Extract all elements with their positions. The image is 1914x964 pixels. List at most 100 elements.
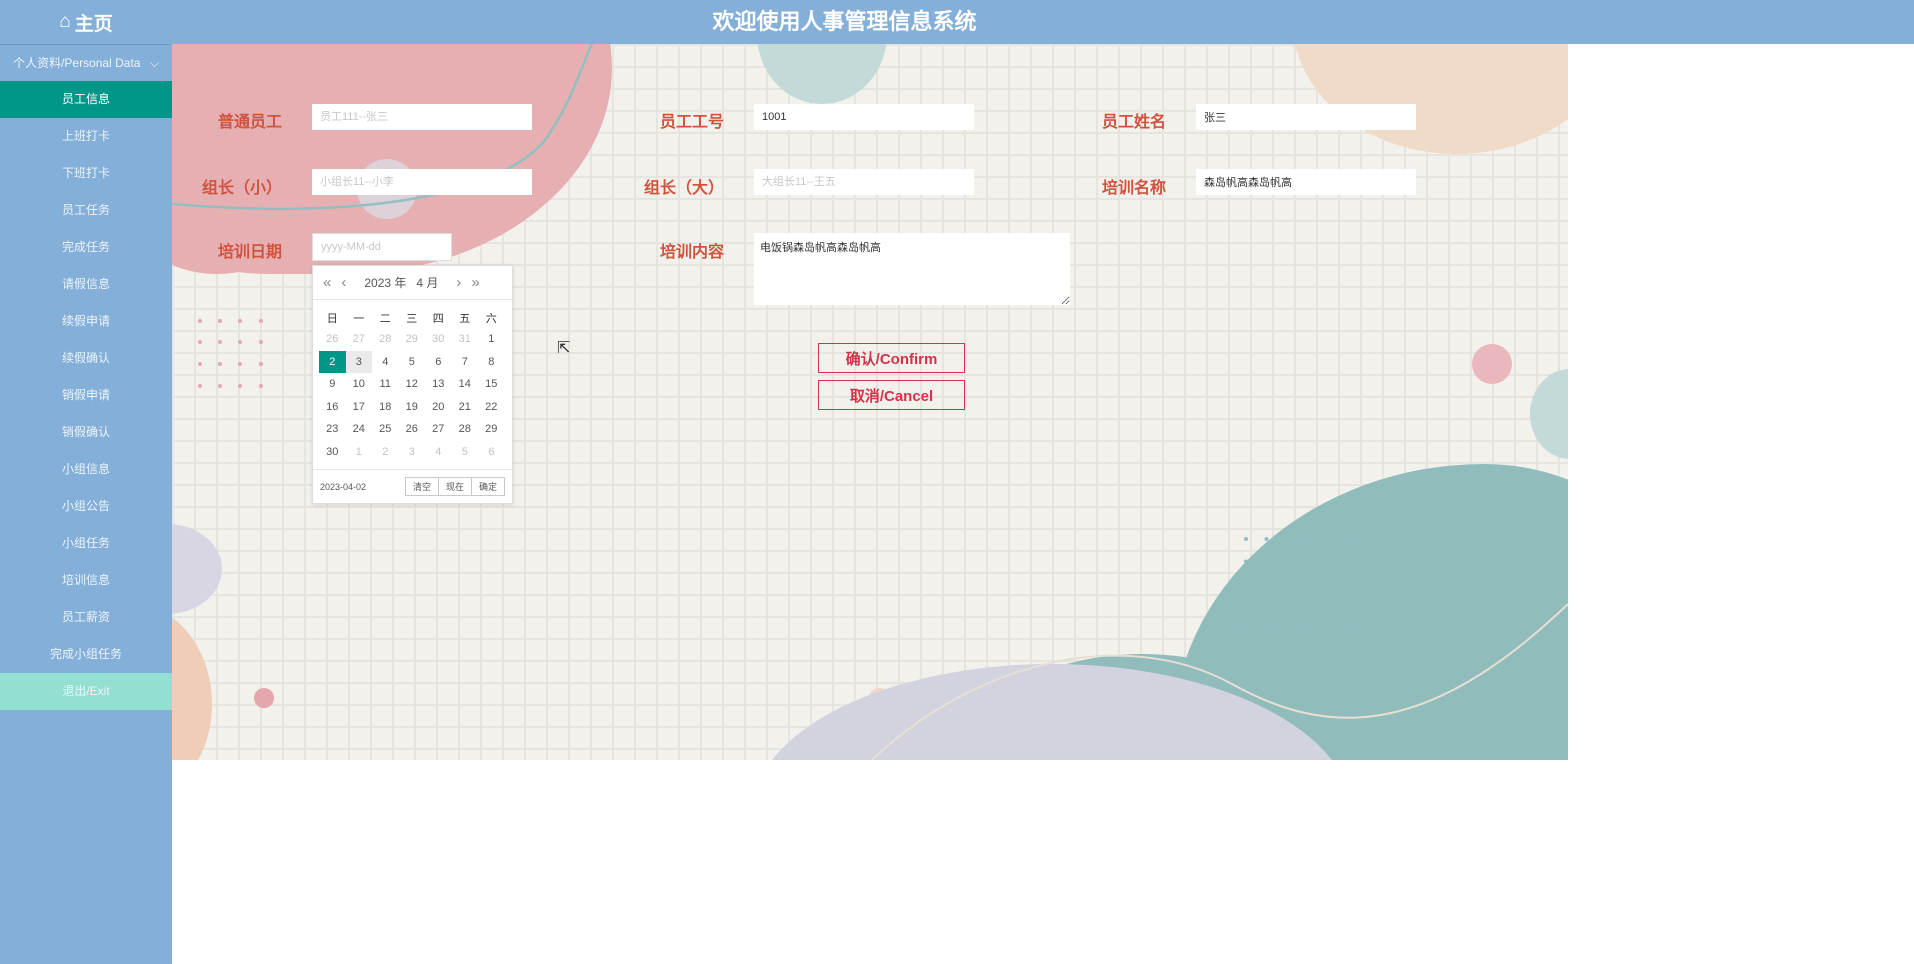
calendar-day[interactable]: 23 (319, 418, 346, 441)
calendar-day[interactable]: 21 (452, 396, 479, 419)
calendar-day[interactable]: 3 (345, 350, 372, 373)
emp-name-label: 员工姓名 (1101, 114, 1166, 131)
sidebar-item[interactable]: 续假申请 (0, 303, 172, 340)
decor-dot (1326, 627, 1330, 631)
group-label: 个人资料/Personal Data (13, 56, 141, 70)
calendar-day[interactable]: 29 (478, 418, 505, 441)
calendar-day[interactable]: 18 (372, 396, 399, 419)
decor-dot (1346, 627, 1351, 631)
emp-name-input[interactable] (1196, 104, 1416, 130)
sidebar-item[interactable]: 续假确认 (0, 340, 172, 377)
calendar-day[interactable]: 31 (452, 328, 479, 351)
calendar-day[interactable]: 12 (399, 373, 426, 396)
calendar-day[interactable]: 13 (425, 373, 452, 396)
decor-dot (1326, 582, 1330, 586)
calendar-day[interactable]: 28 (452, 418, 479, 441)
leader-small-label: 组长（小） (201, 180, 282, 197)
sidebar-item[interactable]: 小组信息 (0, 451, 172, 488)
calendar-day[interactable]: 1 (346, 441, 373, 464)
calendar-day[interactable]: 2 (319, 350, 346, 373)
calendar-day[interactable]: 29 (399, 328, 426, 351)
calendar-day[interactable]: 8 (478, 351, 505, 374)
training-content-textarea[interactable]: 电饭锅森岛帆高森岛帆高 (754, 233, 1070, 305)
sidebar-item[interactable]: 培训信息 (0, 562, 172, 599)
sidebar-item[interactable]: 完成任务 (0, 229, 172, 266)
sidebar-item[interactable]: 销假申请 (0, 377, 172, 414)
calendar-day[interactable]: 30 (425, 328, 452, 351)
prev-month-icon[interactable]: ‹ (341, 274, 346, 291)
calendar-day[interactable]: 22 (478, 396, 505, 419)
month-select[interactable]: 4 月 (416, 274, 438, 291)
leader-big-input[interactable] (754, 169, 974, 195)
home-link[interactable]: ⌂ 主页 (0, 0, 172, 44)
calendar-day[interactable]: 27 (425, 418, 452, 441)
confirm-button[interactable]: 确认/Confirm (818, 343, 965, 373)
calendar-day[interactable]: 4 (372, 351, 399, 374)
calendar-day[interactable]: 26 (319, 328, 346, 351)
decor-dot (1346, 582, 1351, 586)
calendar-day[interactable]: 1 (478, 328, 505, 351)
decor-dot (1367, 537, 1371, 541)
calendar-day[interactable]: 2 (372, 441, 399, 464)
calendar-day[interactable]: 26 (399, 418, 426, 441)
decor-dot (1367, 627, 1371, 631)
next-year-icon[interactable]: » (471, 274, 479, 291)
year-select[interactable]: 2023 年 (364, 274, 406, 291)
now-button[interactable]: 现在 (437, 477, 472, 496)
calendar-day[interactable]: 28 (372, 328, 399, 351)
top-header: ⌂ 主页 欢迎使用人事管理信息系统 (0, 0, 1914, 44)
calendar-day[interactable]: 3 (399, 441, 426, 464)
decor-dot (1305, 582, 1310, 586)
decor-dot (1367, 604, 1371, 609)
calendar-day[interactable]: 27 (346, 328, 373, 351)
weekday-header: 六 (485, 313, 497, 325)
sidebar-item-exit[interactable]: 退出/Exit (0, 673, 172, 710)
calendar-day[interactable]: 16 (319, 396, 346, 419)
sidebar-item[interactable]: 员工薪资 (0, 599, 172, 636)
calendar-day[interactable]: 14 (452, 373, 479, 396)
calendar-day[interactable]: 9 (319, 373, 346, 396)
training-name-input[interactable] (1196, 169, 1416, 195)
sidebar-item[interactable]: 上班打卡 (0, 118, 172, 155)
calendar-day[interactable]: 17 (346, 396, 373, 419)
decor-dot (1244, 537, 1248, 541)
calendar-day[interactable]: 25 (372, 418, 399, 441)
sidebar-item[interactable]: 员工任务 (0, 192, 172, 229)
home-icon: ⌂ (59, 11, 71, 32)
decor-dot (1285, 582, 1289, 586)
prev-year-icon[interactable]: « (323, 274, 331, 291)
calendar-day[interactable]: 11 (372, 373, 399, 396)
calendar-day[interactable]: 19 (399, 396, 426, 419)
calendar-day[interactable]: 4 (425, 441, 452, 464)
cancel-button[interactable]: 取消/Cancel (818, 380, 965, 410)
leader-big-label: 组长（大） (643, 180, 724, 197)
calendar-day[interactable]: 5 (399, 351, 426, 374)
sidebar-item[interactable]: 销假确认 (0, 414, 172, 451)
calendar-day[interactable]: 30 (319, 441, 346, 464)
sidebar-item[interactable]: 下班打卡 (0, 155, 172, 192)
sidebar-item[interactable]: 小组公告 (0, 488, 172, 525)
emp-no-input[interactable] (754, 104, 974, 130)
next-month-icon[interactable]: › (456, 274, 461, 291)
sidebar-group-personal-data[interactable]: 个人资料/Personal Data ⌵ (0, 45, 172, 81)
ok-button[interactable]: 确定 (470, 477, 505, 496)
calendar-day[interactable]: 7 (452, 351, 479, 374)
calendar-day[interactable]: 6 (425, 351, 452, 374)
sidebar-item[interactable]: 请假信息 (0, 266, 172, 303)
calendar-day[interactable]: 10 (346, 373, 373, 396)
decor-dot (1285, 604, 1289, 609)
training-date-input[interactable] (312, 233, 452, 261)
calendar-day[interactable]: 15 (478, 373, 505, 396)
calendar-day[interactable]: 24 (346, 418, 373, 441)
weekday-header: 五 (459, 313, 471, 325)
calendar-day[interactable]: 5 (452, 441, 479, 464)
calendar-day[interactable]: 20 (425, 396, 452, 419)
clear-button[interactable]: 清空 (404, 477, 439, 496)
training-date-label: 培训日期 (217, 244, 282, 261)
sidebar-item[interactable]: 员工信息 (0, 81, 172, 118)
sidebar-item[interactable]: 完成小组任务 (0, 636, 172, 673)
calendar-day[interactable]: 6 (478, 441, 505, 464)
leader-small-input[interactable] (312, 169, 532, 195)
sidebar-item[interactable]: 小组任务 (0, 525, 172, 562)
employee-input[interactable] (312, 104, 532, 130)
